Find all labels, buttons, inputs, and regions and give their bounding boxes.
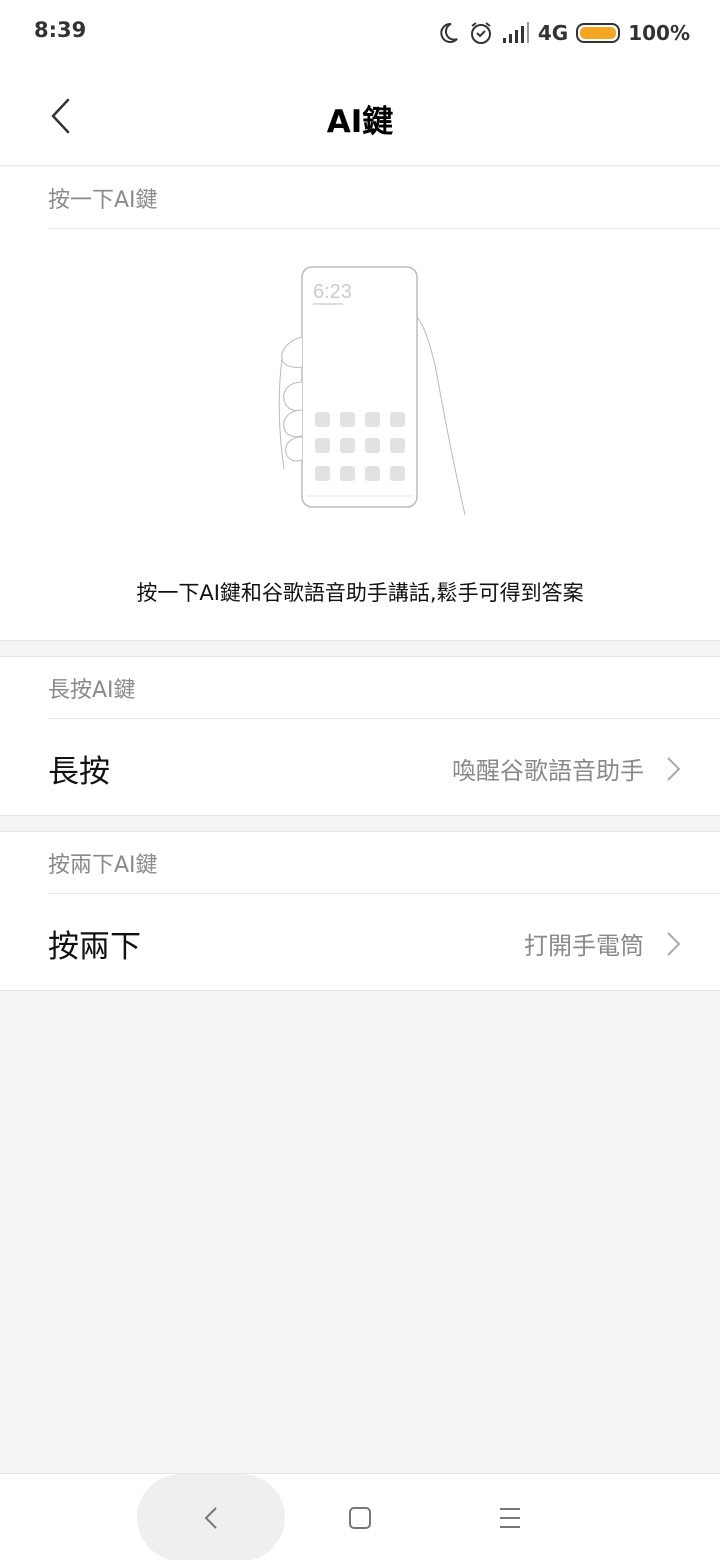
section-press-once: 按一下AI鍵 6:23 按一下AI鍵和谷歌語音助手講話,鬆手可得到答案 [0, 167, 720, 641]
battery-icon [576, 23, 621, 43]
double-press-value: 打開手電筒 [524, 931, 644, 960]
nav-recents-button[interactable] [480, 1474, 540, 1560]
section-header-label: 按一下AI鍵 [48, 188, 158, 213]
phone-illustration: 6:23 [278, 266, 466, 516]
status-time: 8:39 [34, 18, 87, 42]
back-icon [204, 1506, 217, 1529]
battery-percent: 100% [628, 21, 690, 45]
section-header-label: 長按AI鍵 [48, 678, 136, 703]
section-header-long-press: 長按AI鍵 [0, 657, 720, 719]
chevron-right-icon [667, 757, 681, 781]
long-press-row[interactable]: 長按 喚醒谷歌語音助手 [0, 720, 720, 816]
app-header: AI鍵 [0, 66, 720, 166]
moon-icon [440, 22, 458, 43]
recents-icon [500, 1507, 520, 1528]
illustration-time: 6:23 [313, 281, 352, 303]
page-title: AI鍵 [326, 104, 394, 140]
status-icons: 4G 100% [436, 16, 690, 50]
system-nav-bar [0, 1473, 720, 1560]
signal-icon [502, 22, 529, 43]
status-bar: 8:39 4G 100% [0, 0, 720, 66]
section-long-press: 長按AI鍵 長按 喚醒谷歌語音助手 [0, 656, 720, 816]
section-double-press: 按兩下AI鍵 按兩下 打開手電筒 [0, 831, 720, 991]
alarm-icon [470, 22, 491, 44]
press-once-caption: 按一下AI鍵和谷歌語音助手講話,鬆手可得到答案 [136, 581, 584, 605]
nav-back-button[interactable] [137, 1474, 285, 1560]
network-type: 4G [537, 21, 569, 45]
nav-home-button[interactable] [330, 1474, 390, 1560]
double-press-label: 按兩下 [48, 928, 141, 965]
section-header-press-once: 按一下AI鍵 [0, 167, 720, 229]
section-header-double-press: 按兩下AI鍵 [0, 832, 720, 894]
section-header-label: 按兩下AI鍵 [48, 853, 158, 878]
long-press-value: 喚醒谷歌語音助手 [452, 756, 644, 785]
double-press-row[interactable]: 按兩下 打開手電筒 [0, 895, 720, 991]
long-press-label: 長按 [48, 753, 110, 790]
chevron-right-icon [667, 932, 681, 956]
home-icon [349, 1506, 371, 1529]
